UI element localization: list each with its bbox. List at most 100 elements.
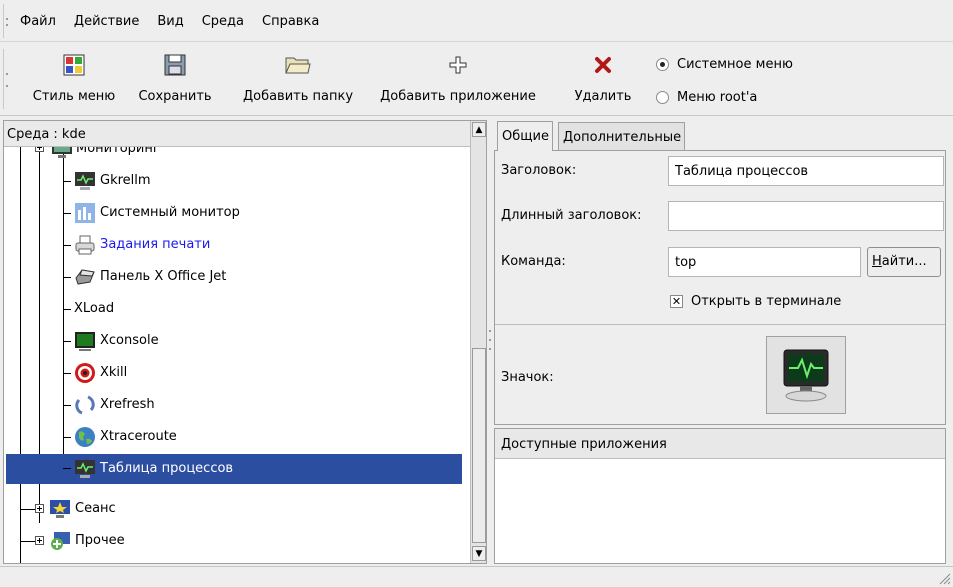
system-monitor-icon <box>74 202 96 224</box>
tree-item[interactable]: Задания печати <box>4 229 470 261</box>
tree-item-label: Задания печати <box>100 237 211 252</box>
tree-item-label: Мониторинг <box>76 147 160 156</box>
open-in-terminal-checkbox[interactable]: ✕ Открыть в терминале <box>670 294 841 309</box>
tab-advanced[interactable]: Дополнительные <box>558 122 686 150</box>
tree-line <box>63 213 71 214</box>
tree-item[interactable]: Системный монитор <box>4 197 470 229</box>
menu-style-button[interactable]: Стиль меню <box>22 49 126 111</box>
printer-icon <box>74 234 96 256</box>
folder-open-icon <box>285 52 311 78</box>
tree-item-label: Xkill <box>100 365 128 380</box>
expander-icon[interactable] <box>35 536 44 545</box>
tree-item-misc[interactable]: Прочее <box>4 525 470 557</box>
tree-item-label: Xrefresh <box>100 397 155 412</box>
globe-icon <box>74 426 96 448</box>
menu-file[interactable]: Файл <box>18 12 58 31</box>
tree-header: Среда : kde <box>4 121 470 147</box>
tree-line <box>63 405 71 406</box>
expander-icon[interactable] <box>35 147 44 152</box>
tree-item[interactable]: Xconsole <box>4 325 470 357</box>
root-menu-radio-label: Меню root'а <box>677 90 758 105</box>
menu-tree: Мониторинг Gkrellm Системный монитор Задан… <box>4 147 470 563</box>
add-folder-button[interactable]: Добавить папку <box>230 49 366 111</box>
delete-x-icon <box>590 52 616 78</box>
tree-item-label: Xconsole <box>100 333 159 348</box>
icon-field-label: Значок: <box>501 370 554 385</box>
menu-style-label: Стиль меню <box>32 89 116 104</box>
tree-line <box>63 341 71 342</box>
general-tab-panel: Заголовок: Таблица процессов Длинный заг… <box>494 150 946 425</box>
xkill-target-icon <box>74 362 96 384</box>
tree-item[interactable]: Панель X Office Jet <box>4 261 470 293</box>
command-input[interactable]: top <box>668 247 861 277</box>
tree-item-label: Панель X Office Jet <box>100 269 227 284</box>
expander-icon[interactable] <box>35 504 44 513</box>
menu-style-icon <box>61 52 87 78</box>
officejet-icon <box>74 266 96 288</box>
tree-item[interactable]: Таблица процессов <box>4 453 470 485</box>
floppy-save-icon <box>162 52 188 78</box>
radio-indicator-checked[interactable] <box>656 58 669 71</box>
title-input[interactable]: Таблица процессов <box>668 156 944 186</box>
radio-indicator-unchecked[interactable] <box>656 91 669 104</box>
long-title-input[interactable] <box>668 201 944 231</box>
scroll-down-arrow-icon[interactable]: ▼ <box>472 546 486 561</box>
menu-help[interactable]: Справка <box>260 12 321 31</box>
save-label: Сохранить <box>138 89 212 104</box>
tree-line <box>63 373 71 374</box>
find-button-label: айти... <box>881 254 927 269</box>
tree-line <box>63 277 71 278</box>
checkbox-checked-icon[interactable]: ✕ <box>670 295 683 308</box>
scroll-up-arrow-icon[interactable]: ▲ <box>472 122 486 137</box>
scroll-thumb[interactable] <box>472 348 486 543</box>
tree-item[interactable]: Xkill <box>4 357 470 389</box>
tree-item-label: Xtraceroute <box>100 429 177 444</box>
tree-item-label: Gkrellm <box>100 173 151 188</box>
open-in-terminal-label: Открыть в терминале <box>691 294 842 309</box>
delete-button[interactable]: Удалить <box>565 49 641 111</box>
tree-scrollbar[interactable]: ▲ ▼ <box>470 121 486 563</box>
tree-line <box>63 245 71 246</box>
menu-tree-panel: Среда : kde Мониторинг Gkrellm Системный … <box>3 120 487 564</box>
status-bar <box>0 566 953 587</box>
add-folder-label: Добавить папку <box>242 89 354 104</box>
find-button[interactable]: Найти... <box>867 247 941 277</box>
tree-item-label: Системный монитор <box>100 205 240 220</box>
find-mnemonic: Н <box>872 254 882 269</box>
available-apps-header: Доступные приложения <box>495 429 945 459</box>
process-table-icon <box>74 458 96 480</box>
session-icon <box>49 498 71 520</box>
menu-action[interactable]: Действие <box>72 12 141 31</box>
system-menu-radio[interactable]: Системное меню <box>656 57 793 72</box>
console-icon <box>74 330 96 352</box>
menu-view[interactable]: Вид <box>155 12 185 31</box>
tab-general[interactable]: Общие <box>497 121 553 151</box>
tree-item-session[interactable]: Сеанс <box>4 493 470 525</box>
tree-item[interactable]: XLoad <box>4 293 470 325</box>
tree-item-label: Прочее <box>75 533 125 548</box>
tree-item[interactable]: Gkrellm <box>4 165 470 197</box>
root-menu-radio[interactable]: Меню root'а <box>656 90 757 105</box>
properties-panel: Общие Дополнительные Заголовок: Таблица … <box>494 120 953 564</box>
toolbar-grip-handle[interactable] <box>3 49 9 109</box>
process-monitor-icon <box>783 349 829 402</box>
add-app-label: Добавить приложение <box>380 89 536 104</box>
menubar-grip-handle[interactable] <box>3 4 9 38</box>
app-icon-button[interactable] <box>766 336 846 414</box>
divider <box>495 324 945 325</box>
monitor-folder-icon <box>51 147 73 160</box>
tree-item[interactable]: Xrefresh <box>4 389 470 421</box>
save-button[interactable]: Сохранить <box>128 49 222 111</box>
available-apps-list[interactable]: Доступные приложения <box>494 428 946 564</box>
tree-item-monitoring[interactable]: Мониторинг <box>4 147 470 165</box>
pane-splitter[interactable] <box>487 325 493 355</box>
menu-environment[interactable]: Среда <box>200 12 246 31</box>
system-menu-radio-label: Системное меню <box>677 57 793 72</box>
tree-line <box>63 181 71 182</box>
tree-item[interactable]: Xtraceroute <box>4 421 470 453</box>
resize-grip-icon[interactable] <box>937 571 951 585</box>
gkrellm-icon <box>74 170 96 192</box>
tree-line <box>63 309 71 310</box>
add-app-button[interactable]: Добавить приложение <box>368 49 548 111</box>
tree-item-label: Таблица процессов <box>100 461 234 476</box>
